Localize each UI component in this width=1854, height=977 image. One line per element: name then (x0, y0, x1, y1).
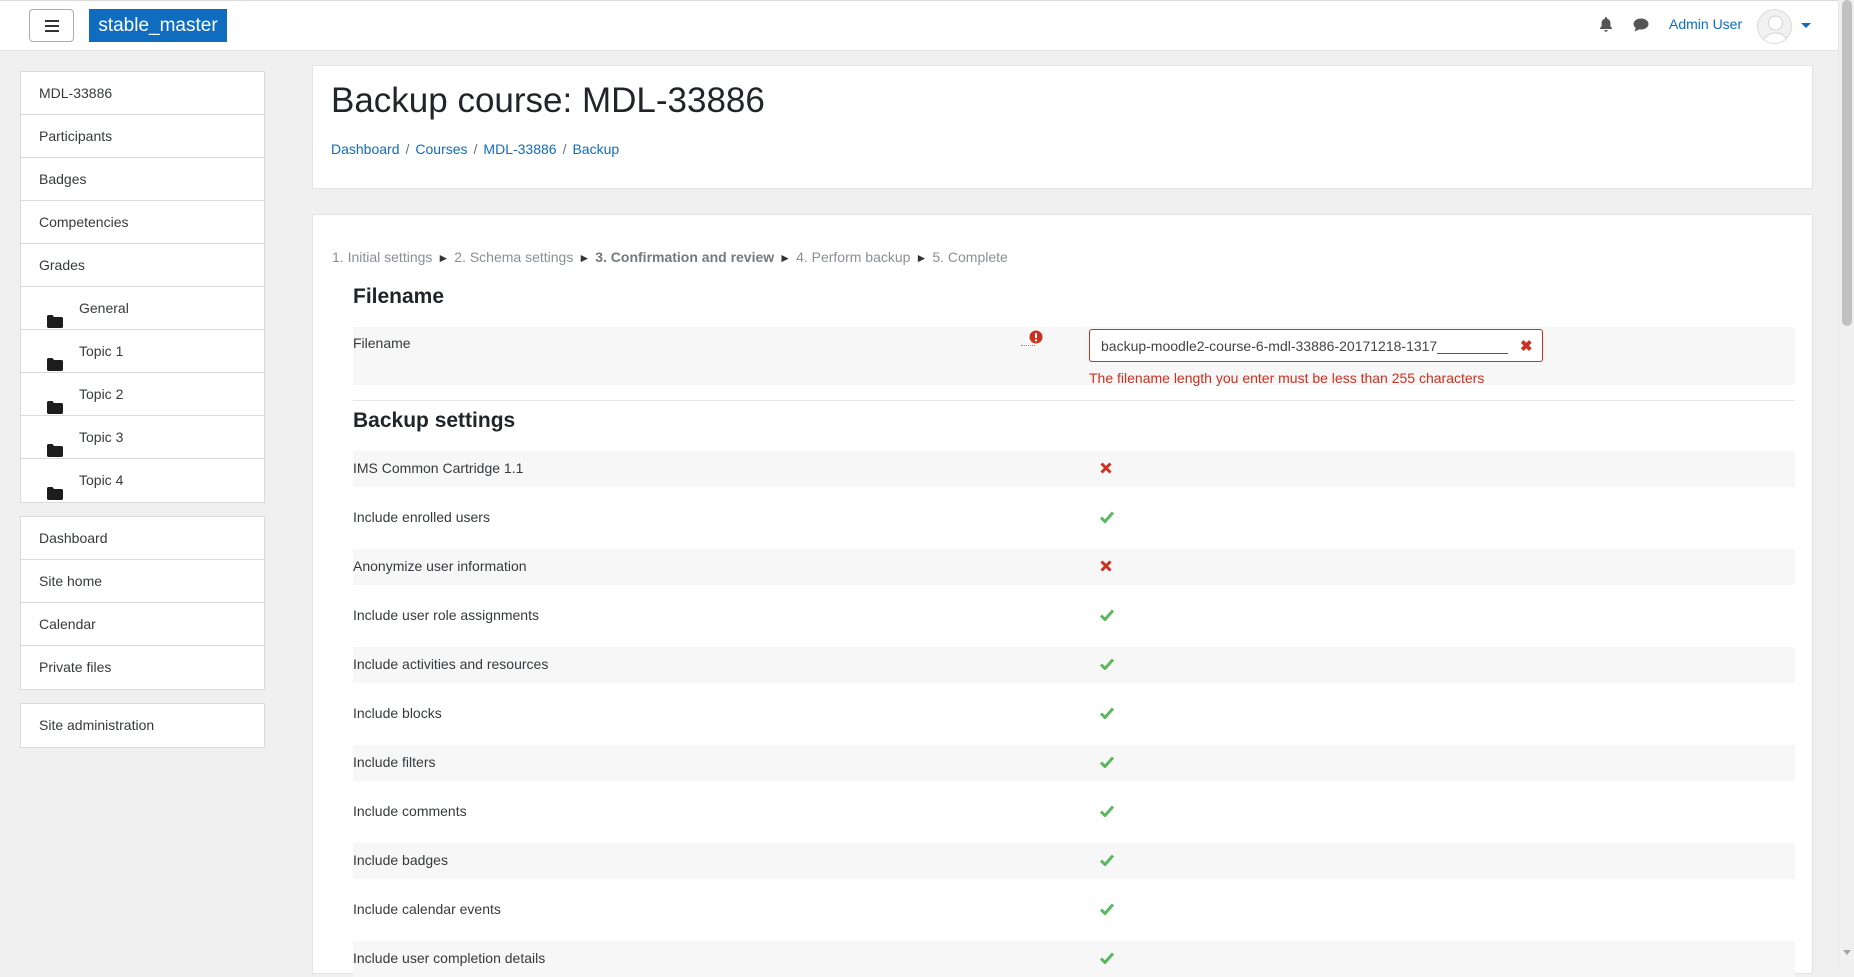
breadcrumb-backup[interactable]: Backup (572, 141, 619, 157)
check-icon (1099, 853, 1115, 871)
menu-toggle-button[interactable] (29, 9, 74, 42)
scroll-down-arrow-icon[interactable] (1843, 950, 1851, 955)
filename-label: Filename (353, 335, 411, 351)
course-navigation: MDL-33886 Participants Badges Competenci… (20, 71, 265, 503)
stage-perform-backup: 4. Perform backup (796, 249, 911, 265)
sidebar-item-topic-3[interactable]: Topic 3 (21, 416, 264, 459)
setting-row: Include badges (353, 843, 1795, 879)
filename-row: Filename ✖ The filename length you enter… (353, 327, 1795, 386)
setting-row: Include calendar events (353, 892, 1795, 928)
sidebar-item-general[interactable]: General (21, 287, 264, 330)
page-header: Backup course: MDL-33886 Dashboard / Cours… (312, 65, 1813, 189)
top-navbar: stable_master Admin User (0, 0, 1838, 51)
filename-section-title: Filename (353, 285, 445, 308)
setting-label: Include user completion details (353, 950, 546, 966)
breadcrumb-dashboard[interactable]: Dashboard (331, 141, 400, 157)
setting-row: Anonymize user information (353, 549, 1795, 585)
check-icon (1099, 951, 1115, 969)
caret-down-icon[interactable] (1801, 23, 1811, 28)
backup-settings-title: Backup settings (353, 409, 516, 432)
sidebar-item-topic-1[interactable]: Topic 1 (21, 330, 264, 373)
check-icon (1099, 657, 1115, 675)
sidebar-item-private-files[interactable]: Private files (21, 646, 264, 689)
site-navigation: Dashboard Site home Calendar Private fil… (20, 516, 265, 690)
setting-row: Include comments (353, 794, 1795, 830)
setting-row: Include user completion details (353, 941, 1795, 977)
filename-input[interactable] (1089, 329, 1543, 362)
bell-icon[interactable] (1599, 17, 1613, 38)
breadcrumb-courses[interactable]: Courses (415, 141, 467, 157)
check-icon (1099, 804, 1115, 822)
site-brand-link[interactable]: stable_master (89, 9, 227, 42)
folder-icon (47, 474, 63, 517)
check-icon (1099, 706, 1115, 724)
avatar[interactable] (1757, 9, 1792, 44)
setting-label: Include activities and resources (353, 656, 549, 672)
user-menu-name[interactable]: Admin User (1669, 16, 1742, 32)
setting-label: Include calendar events (353, 901, 501, 917)
setting-row: IMS Common Cartridge 1.1 (353, 451, 1795, 487)
filename-error-message: The filename length you enter must be le… (1089, 370, 1485, 386)
check-icon (1099, 902, 1115, 920)
setting-label: Include filters (353, 754, 436, 770)
sidebar-item-topic-2[interactable]: Topic 2 (21, 373, 264, 416)
chat-icon[interactable] (1633, 18, 1649, 37)
setting-label: IMS Common Cartridge 1.1 (353, 460, 524, 476)
sidebar-item-badges[interactable]: Badges (21, 158, 264, 201)
sidebar-item-grades[interactable]: Grades (21, 244, 264, 287)
setting-row: Include enrolled users (353, 500, 1795, 536)
page-scrollbar[interactable] (1838, 0, 1854, 965)
stage-schema-settings[interactable]: 2. Schema settings (454, 249, 573, 265)
sidebar-item-participants[interactable]: Participants (21, 115, 264, 158)
setting-label: Anonymize user information (353, 558, 527, 574)
page-title: Backup course: MDL-33886 (331, 81, 765, 120)
sidebar-item-calendar[interactable]: Calendar (21, 603, 264, 646)
setting-row: Include user role assignments (353, 598, 1795, 634)
cross-icon (1100, 461, 1112, 479)
setting-label: Include badges (353, 852, 448, 868)
admin-navigation: Site administration (20, 703, 265, 748)
sidebar-item-dashboard[interactable]: Dashboard (21, 517, 264, 560)
stage-initial-settings[interactable]: 1. Initial settings (332, 249, 432, 265)
cross-icon (1100, 559, 1112, 577)
required-icon (1029, 330, 1043, 349)
sidebar-item-course[interactable]: MDL-33886 (21, 72, 264, 115)
setting-row: Include filters (353, 745, 1795, 781)
backup-stage-progress: 1. Initial settings ► 2. Schema settings ► 3… (332, 249, 1008, 265)
check-icon (1099, 510, 1115, 528)
hamburger-icon (44, 19, 59, 22)
setting-label: Include comments (353, 803, 467, 819)
sidebar-item-site-administration[interactable]: Site administration (21, 704, 264, 747)
breadcrumb: Dashboard / Courses / MDL-33886/Backup (331, 141, 620, 157)
check-icon (1099, 755, 1115, 773)
setting-row: Include blocks (353, 696, 1795, 732)
sidebar-item-topic-4[interactable]: Topic 4 (21, 459, 264, 502)
sidebar-item-competencies[interactable]: Competencies (21, 201, 264, 244)
setting-label: Include user role assignments (353, 607, 539, 623)
check-icon (1099, 608, 1115, 626)
section-divider (353, 400, 1795, 401)
setting-row: Include activities and resources (353, 647, 1795, 683)
setting-label: Include enrolled users (353, 509, 490, 525)
backup-content: 1. Initial settings ► 2. Schema settings ► 3… (312, 214, 1813, 977)
stage-complete: 5. Complete (932, 249, 1008, 265)
error-cross-icon: ✖ (1520, 338, 1533, 355)
scrollbar-thumb[interactable] (1842, 0, 1852, 326)
sidebar-drawer: MDL-33886 Participants Badges Competenci… (0, 51, 284, 965)
stage-confirmation-review: 3. Confirmation and review (595, 249, 775, 265)
breadcrumb-course[interactable]: MDL-33886 (483, 141, 556, 157)
sidebar-item-site-home[interactable]: Site home (21, 560, 264, 603)
setting-label: Include blocks (353, 705, 442, 721)
